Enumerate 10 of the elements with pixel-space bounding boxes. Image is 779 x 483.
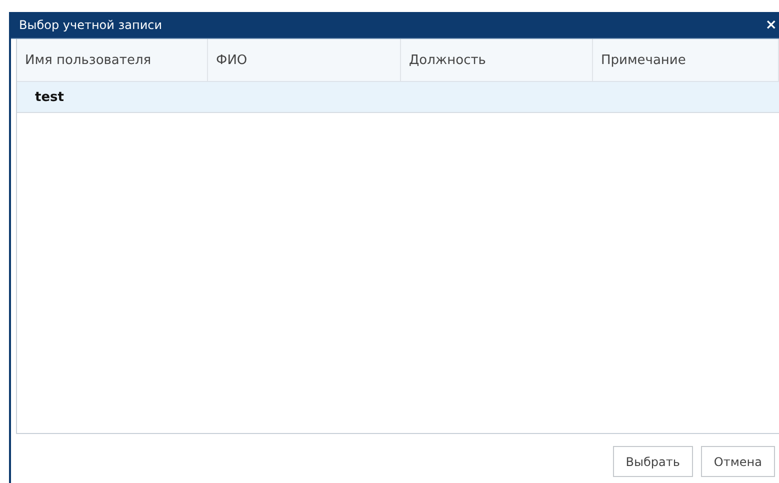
cancel-button[interactable]: Отмена	[700, 446, 775, 477]
close-button[interactable]: ×	[765, 17, 779, 33]
select-button[interactable]: Выбрать	[612, 446, 693, 477]
column-header[interactable]: Должность	[401, 39, 593, 81]
table-cell-text: test	[34, 88, 65, 106]
column-header[interactable]: ФИО	[208, 39, 401, 81]
window-title: Выбор учетной записи	[19, 18, 162, 32]
column-header[interactable]: Примечание	[593, 39, 779, 81]
table-row[interactable]: test	[17, 82, 779, 113]
column-header[interactable]: Имя пользователя	[17, 39, 208, 81]
